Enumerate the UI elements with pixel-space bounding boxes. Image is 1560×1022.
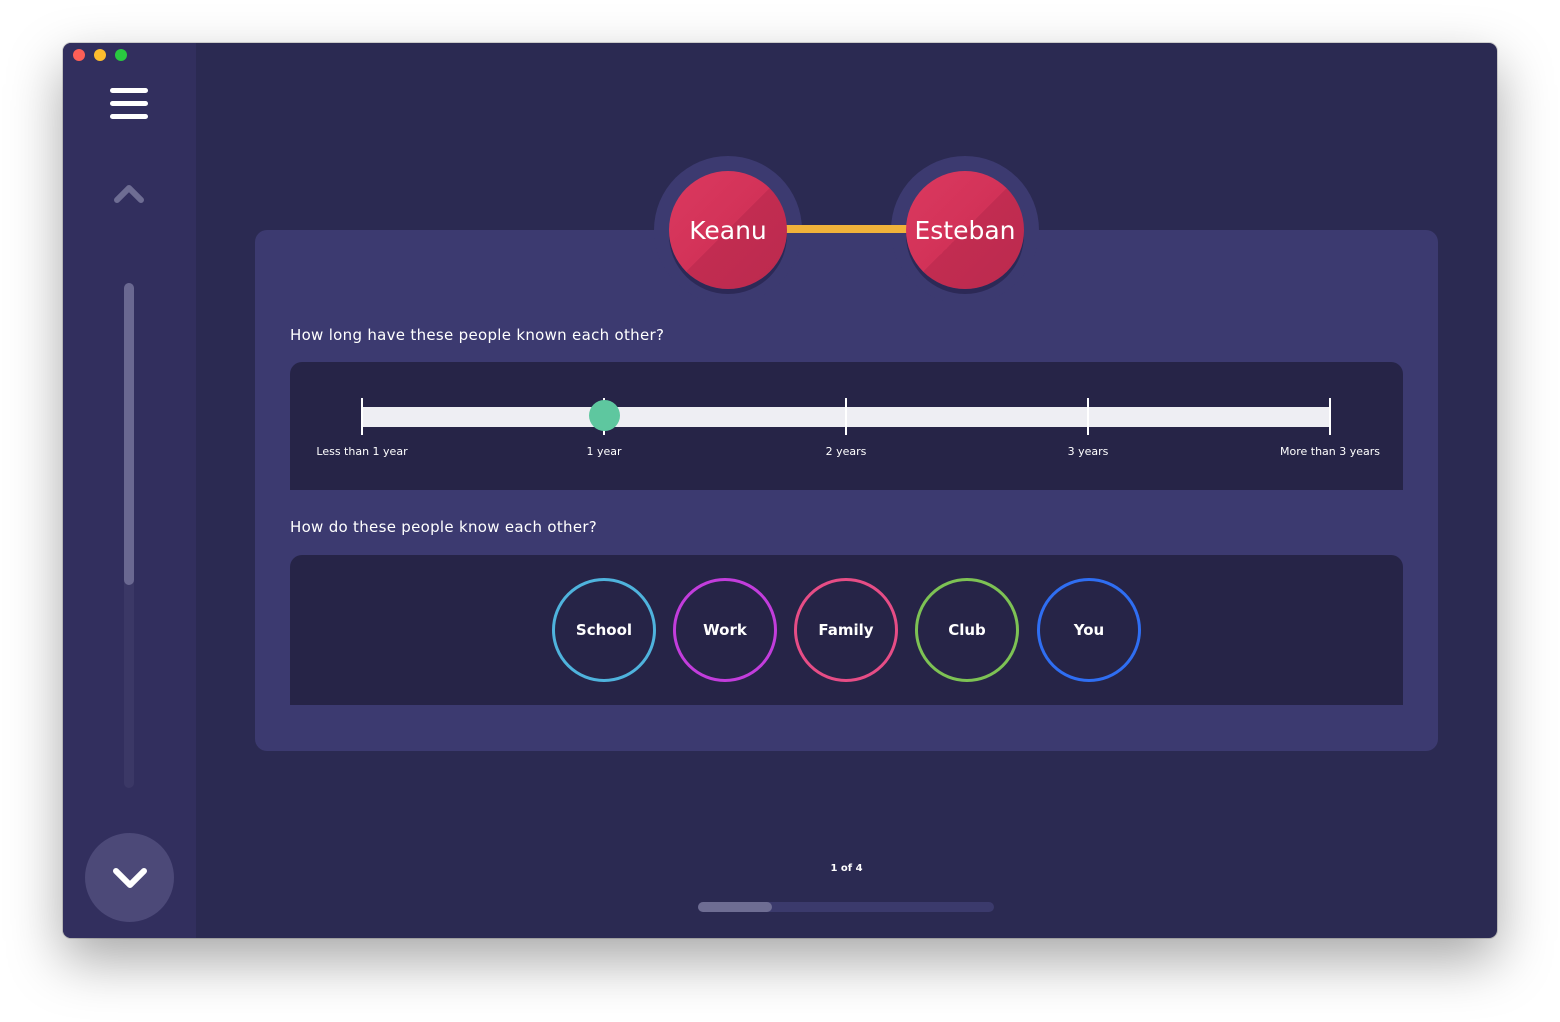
person-avatar-right[interactable]: Esteban: [906, 171, 1024, 289]
person-avatar-left[interactable]: Keanu: [669, 171, 787, 289]
slider-label-1-year[interactable]: 1 year: [586, 445, 621, 458]
progress-bar-fill: [698, 902, 772, 912]
slider-tick: [1087, 398, 1089, 435]
hamburger-menu-icon[interactable]: [110, 87, 148, 121]
slider-tick: [1329, 398, 1331, 435]
slider-label-3-years[interactable]: 3 years: [1068, 445, 1109, 458]
close-window-button[interactable]: [73, 49, 85, 61]
option-family[interactable]: Family: [794, 578, 898, 682]
option-you[interactable]: You: [1037, 578, 1141, 682]
zoom-window-button[interactable]: [115, 49, 127, 61]
option-club[interactable]: Club: [915, 578, 1019, 682]
progress-bar: [698, 902, 994, 912]
slider-tick: [361, 398, 363, 435]
relationship-connector: [785, 225, 909, 233]
chevron-up-icon[interactable]: [114, 181, 144, 205]
slider-label-less-than-1-year[interactable]: Less than 1 year: [316, 445, 407, 458]
duration-slider-thumb[interactable]: [589, 400, 620, 431]
slider-label-more-than-3-years[interactable]: More than 3 years: [1280, 445, 1380, 458]
slider-tick: [845, 398, 847, 435]
duration-question: How long have these people known each ot…: [290, 326, 665, 344]
minimize-window-button[interactable]: [94, 49, 106, 61]
app-window: Keanu Esteban How long have these people…: [63, 43, 1497, 938]
option-school[interactable]: School: [552, 578, 656, 682]
option-work[interactable]: Work: [673, 578, 777, 682]
relation-question: How do these people know each other?: [290, 518, 598, 536]
window-controls: [73, 49, 127, 61]
next-button[interactable]: [85, 833, 174, 922]
scrollbar-thumb[interactable]: [124, 283, 134, 585]
sidebar: [63, 43, 196, 938]
page-indicator: 1 of 4: [830, 863, 863, 874]
slider-label-2-years[interactable]: 2 years: [826, 445, 867, 458]
